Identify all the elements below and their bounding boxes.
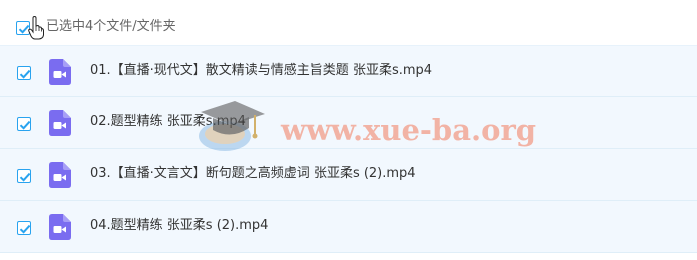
video-file-icon [49, 214, 71, 240]
checkmark-icon [19, 69, 31, 79]
file-row[interactable]: 01.【直播·现代文】散文精读与情感主旨类题 张亚柔s.mp4 [0, 45, 697, 97]
selection-count-label: 已选中4个文件/文件夹 [46, 19, 176, 34]
video-file-icon [49, 59, 71, 85]
file-name[interactable]: 01.【直播·现代文】散文精读与情感主旨类题 张亚柔s.mp4 [90, 62, 432, 80]
file-name[interactable]: 02.题型精练 张亚柔s.mp4 [90, 113, 246, 131]
file-name[interactable]: 03.【直播·文言文】断句题之高频虚词 张亚柔s (2).mp4 [90, 165, 416, 183]
row-checkbox[interactable] [17, 221, 31, 235]
file-row[interactable]: 02.题型精练 张亚柔s.mp4 [0, 97, 697, 149]
selection-header: 已选中4个文件/文件夹 [0, 0, 697, 45]
video-file-icon [49, 162, 71, 188]
file-row[interactable]: 03.【直播·文言文】断句题之高频虚词 张亚柔s (2).mp4 [0, 149, 697, 201]
checkmark-icon [19, 172, 31, 182]
file-list-panel: 已选中4个文件/文件夹 01.【直播·现代文】散文精读与情感主旨类题 张亚柔s.… [0, 0, 697, 260]
row-checkbox[interactable] [17, 117, 31, 131]
checkmark-icon [19, 120, 31, 130]
row-checkbox[interactable] [17, 66, 31, 80]
hand-cursor-icon [28, 16, 44, 40]
video-file-icon [49, 110, 71, 136]
row-checkbox[interactable] [17, 169, 31, 183]
file-list: 01.【直播·现代文】散文精读与情感主旨类题 张亚柔s.mp4 02.题型精练 … [0, 45, 697, 253]
file-row[interactable]: 04.题型精练 张亚柔s (2).mp4 [0, 201, 697, 253]
file-name[interactable]: 04.题型精练 张亚柔s (2).mp4 [90, 217, 268, 235]
checkmark-icon [19, 224, 31, 234]
